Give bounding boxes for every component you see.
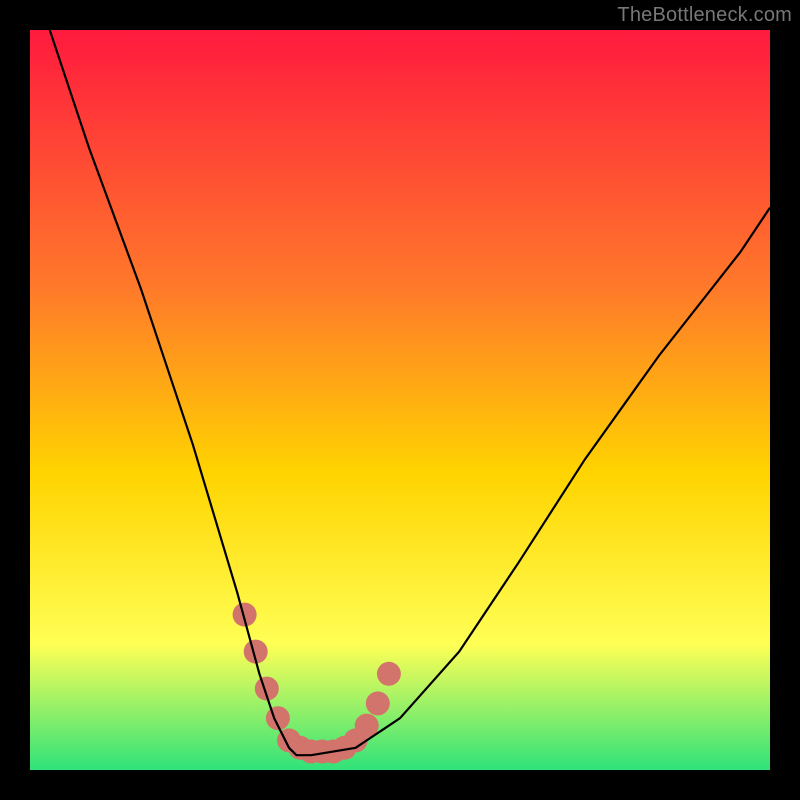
- plot-background: [30, 30, 770, 770]
- marker-dot: [366, 691, 390, 715]
- chart-stage: TheBottleneck.com: [0, 0, 800, 800]
- watermark-text: TheBottleneck.com: [617, 4, 792, 27]
- plot-svg: [0, 0, 800, 800]
- marker-dot: [377, 662, 401, 686]
